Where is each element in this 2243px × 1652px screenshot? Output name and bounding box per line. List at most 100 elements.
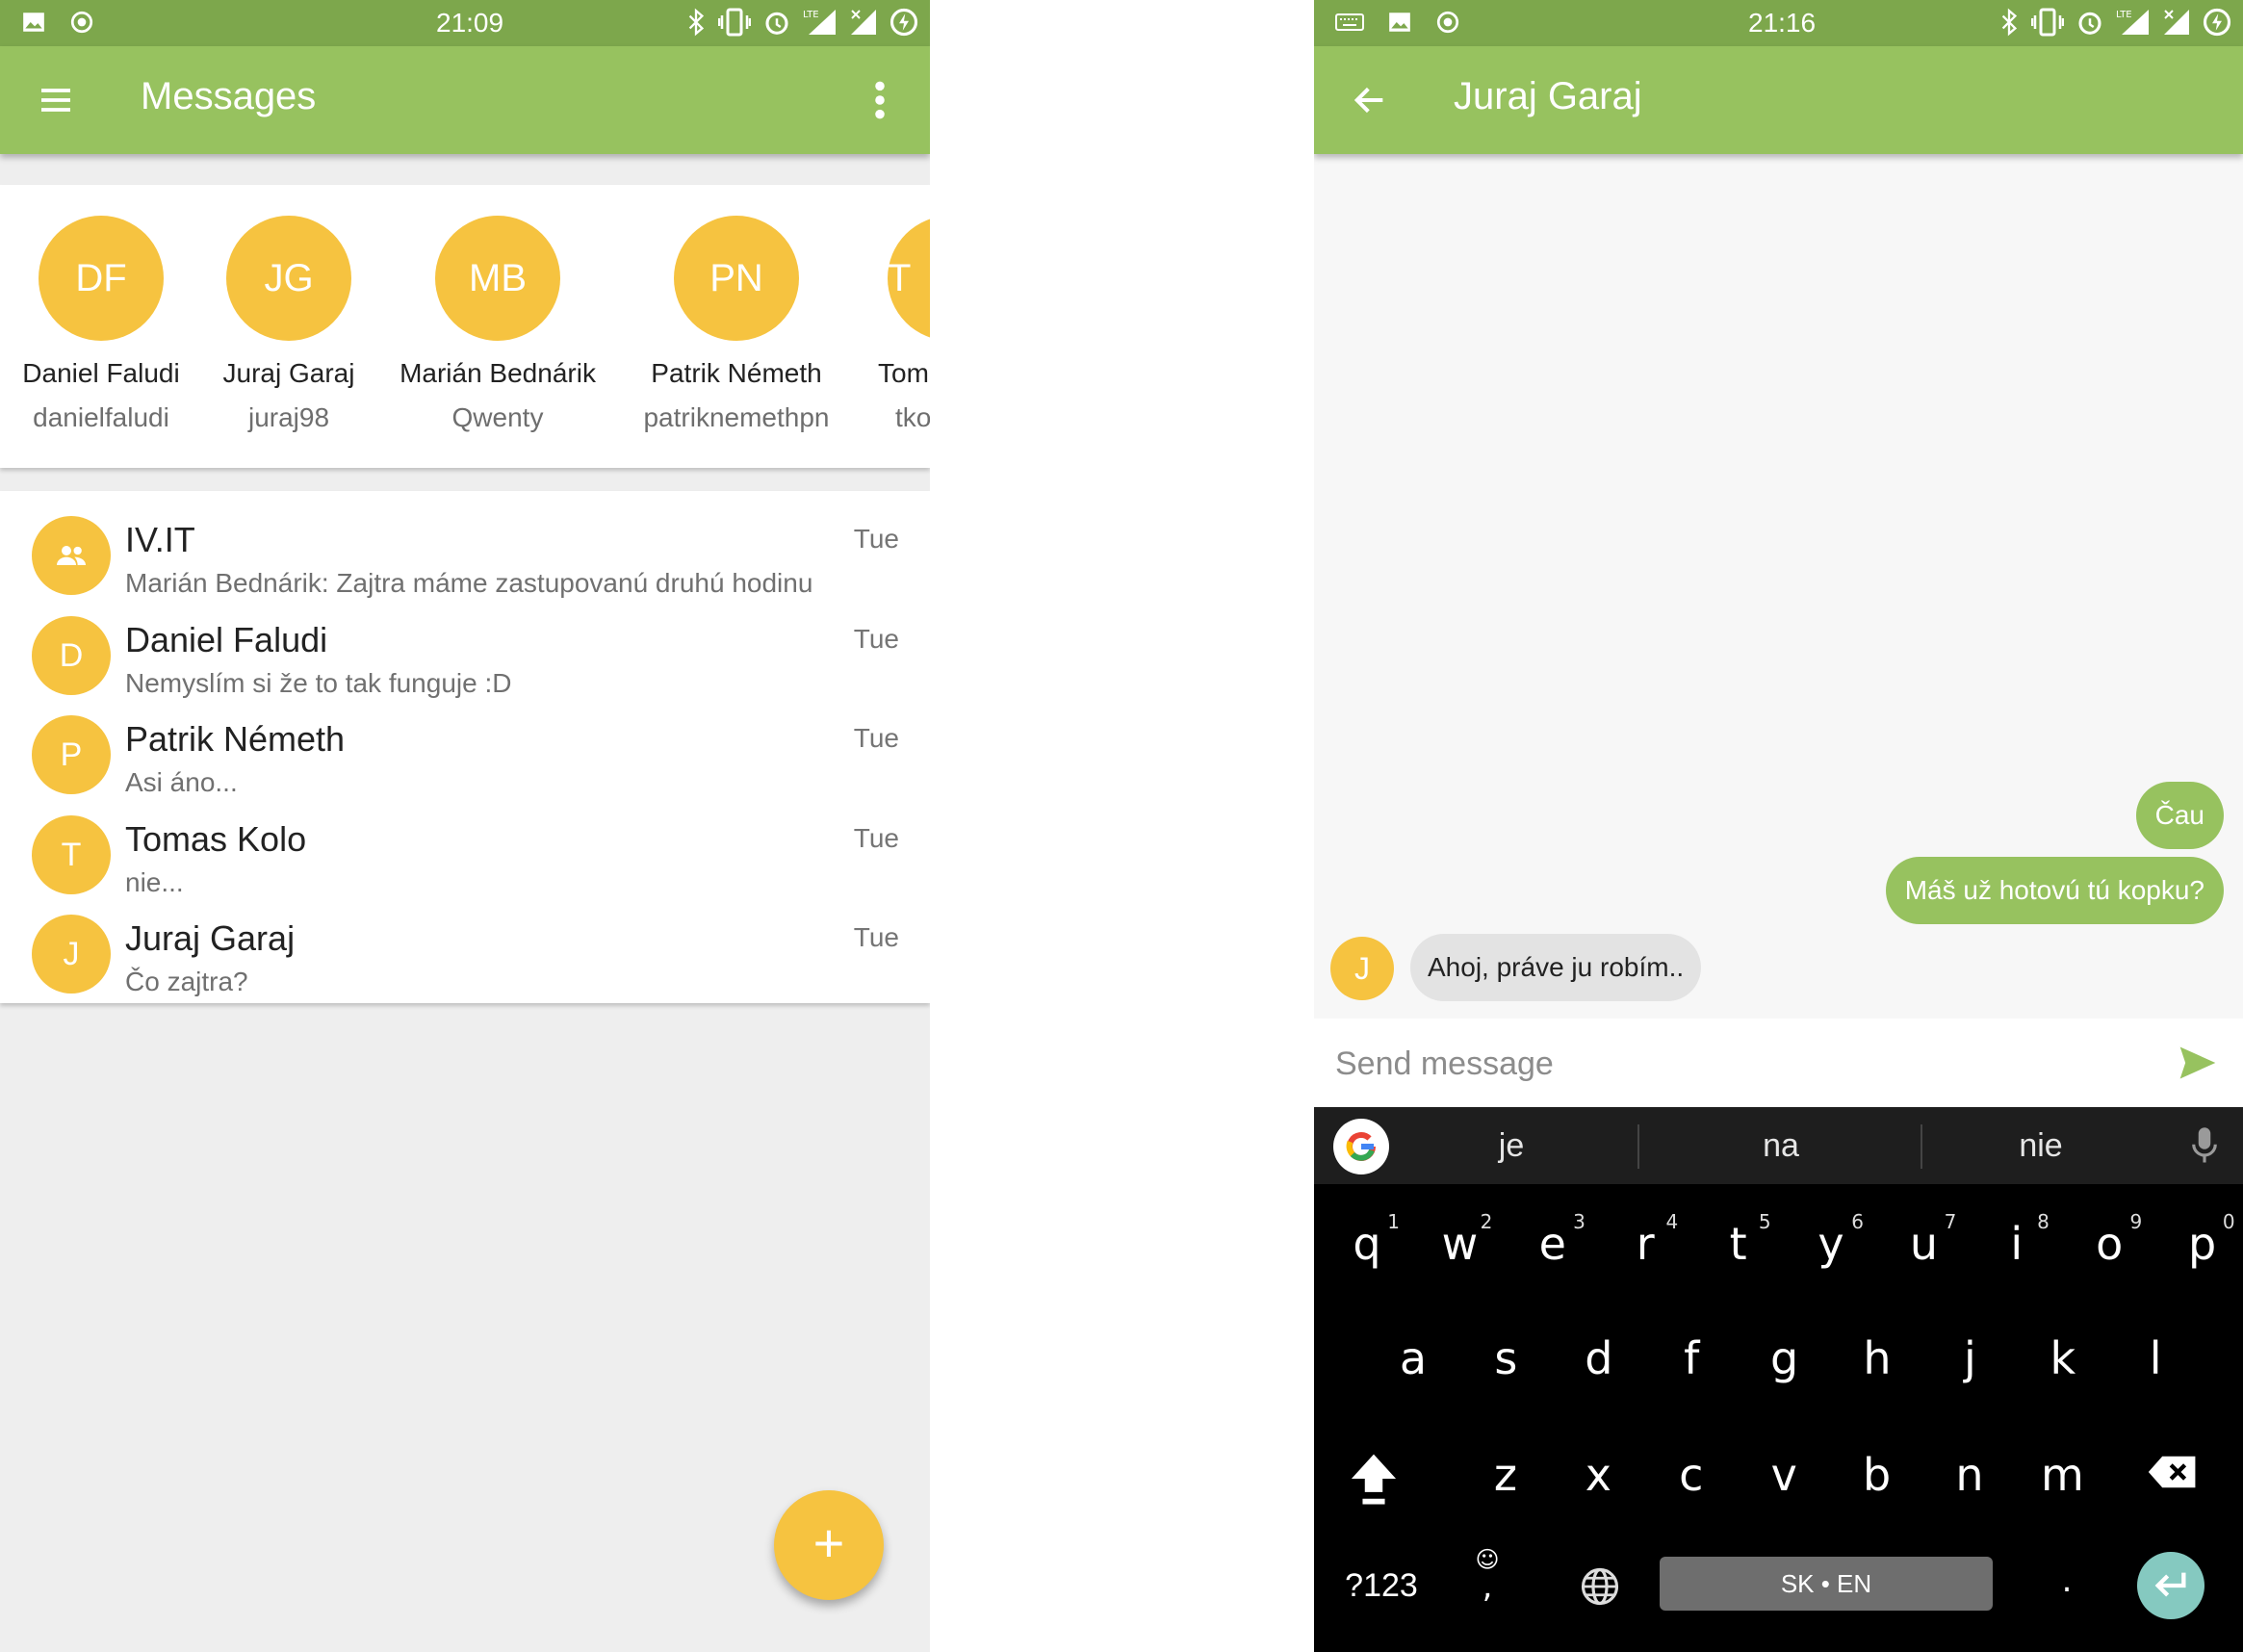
chat-screen: 21:16 LTE Juraj Garaj Čau Máš už hotovú … [1314,0,2243,1652]
bluetooth-icon [2001,8,2018,37]
group-avatar [32,516,111,595]
contact-item[interactable]: DF Daniel Faludi danielfaludi [0,216,207,433]
suggestion[interactable]: je [1396,1107,1627,1184]
key-label: u [1909,1218,1938,1270]
key[interactable]: u7 [1895,1210,1957,1270]
key[interactable]: g [1756,1332,1814,1384]
key[interactable]: m [2033,1449,2091,1501]
key-label: t [1729,1218,1747,1270]
contacts-strip: DF Daniel Faludi danielfaludi JG Juraj G… [0,185,930,468]
app-bar: Messages [0,46,930,154]
key-label: y [1818,1218,1844,1270]
alarm-icon [765,12,788,35]
message-composer [1314,1019,2243,1107]
conversation-item[interactable]: J Juraj Garaj Čo zajtra? Tue [0,901,930,1001]
enter-key[interactable] [2137,1552,2204,1619]
key[interactable]: y6 [1802,1210,1864,1270]
key-number-hint: 7 [1944,1210,1957,1233]
suggestion-divider [1921,1124,1922,1169]
conversation-snippet: Čo zajtra? [125,967,248,996]
key-label: n [1955,1449,1984,1501]
key[interactable]: o9 [2080,1210,2142,1270]
on-screen-keyboard: je na nie q1 w2 e3 r4 t5 y6 u7 i8 o9 p0 as dfghjk l… [1314,1107,2243,1652]
key[interactable]: c [1663,1449,1720,1501]
conversation-avatar: J [32,915,111,994]
backspace-key[interactable] [2144,1450,2202,1502]
svg-text:LTE: LTE [2116,10,2132,20]
contact-item[interactable]: JG Juraj Garaj juraj98 [183,216,395,433]
back-arrow-icon[interactable] [1351,81,1389,119]
key[interactable]: s [1477,1332,1534,1384]
key-label: z [1493,1449,1518,1501]
key[interactable]: l [2127,1332,2184,1384]
key-label: i [2010,1218,2024,1270]
microphone-icon[interactable] [2190,1124,2219,1167]
key[interactable]: b [1848,1449,1906,1501]
conversation-snippet: nie... [125,867,184,897]
contact-item[interactable]: PN Patrik Németh patriknemethpn [631,216,842,433]
key-label: l [2149,1332,2162,1384]
key-label: b [1862,1449,1892,1501]
google-icon[interactable] [1333,1119,1389,1174]
conversation-list: IV.IT Marián Bednárik: Zajtra máme zastu… [0,491,930,1003]
conversation-time: Tue [853,723,899,753]
sender-avatar: J [1330,937,1394,1000]
contact-avatar: T [888,216,930,341]
contact-item[interactable]: T Tom tko [878,216,930,433]
key-label: d [1585,1332,1613,1384]
new-message-button[interactable]: + [774,1490,884,1600]
key-label: h [1863,1332,1892,1384]
menu-icon[interactable] [37,81,75,119]
vibrate-icon [718,8,751,37]
send-icon[interactable] [2176,1042,2220,1084]
comma-key[interactable]: , [1463,1567,1511,1606]
key[interactable]: e3 [1524,1210,1586,1270]
shift-arrow-icon [1351,1454,1397,1505]
key[interactable]: j [1941,1332,1998,1384]
message-input[interactable] [1333,1032,2136,1096]
space-key[interactable]: SK • EN [1660,1557,1993,1611]
key[interactable]: k [2034,1332,2092,1384]
conversation-item[interactable]: D Daniel Faludi Nemyslím si že to tak fu… [0,603,930,703]
page-title: Messages [141,75,317,117]
key-label: s [1494,1332,1518,1384]
backspace-icon [2148,1456,2196,1488]
key[interactable]: d [1570,1332,1628,1384]
key[interactable]: q1 [1338,1210,1400,1270]
conversation-item[interactable]: T Tomas Kolo nie... Tue [0,802,930,902]
key[interactable]: z [1477,1449,1534,1501]
key[interactable]: p0 [2174,1210,2235,1270]
suggestion[interactable]: nie [1925,1107,2156,1184]
suggestion[interactable]: na [1641,1107,1921,1184]
key-number-hint: 0 [2222,1210,2235,1233]
key[interactable]: v [1755,1449,1813,1501]
key-label: v [1770,1449,1797,1501]
conversation-avatar: D [32,616,111,695]
conversation-item[interactable]: P Patrik Németh Asi áno... Tue [0,702,930,802]
key[interactable]: t5 [1710,1210,1771,1270]
key[interactable]: w2 [1431,1210,1493,1270]
key[interactable]: a [1384,1332,1442,1384]
key[interactable]: i8 [1988,1210,2049,1270]
shift-key[interactable] [1345,1450,1403,1518]
more-options-icon[interactable] [872,79,888,121]
contact-name: Marián Bednárik [400,358,596,388]
period-key[interactable]: . [2048,1562,2086,1600]
contact-item[interactable]: MB Marián Bednárik Qwenty [392,216,604,433]
symbols-key[interactable]: ?123 [1333,1567,1430,1605]
key[interactable]: h [1848,1332,1906,1384]
key-label: o [2096,1218,2124,1270]
conversation-snippet: Marián Bednárik: Zajtra máme zastupovanú… [125,568,813,598]
key[interactable]: r4 [1616,1210,1678,1270]
key[interactable]: n [1941,1449,1998,1501]
key-number-hint: 8 [2037,1210,2050,1233]
conversation-item[interactable]: IV.IT Marián Bednárik: Zajtra máme zastu… [0,503,930,603]
contact-username: tko [895,402,930,432]
key-label: m [2040,1449,2084,1501]
language-key[interactable] [1576,1565,1624,1617]
messages-screen: 21:09 LTE Messages DF Daniel Faludi dani… [0,0,930,1652]
lte-signal-icon: LTE [803,10,836,35]
key[interactable]: x [1569,1449,1627,1501]
key-label: p [2187,1218,2217,1270]
key[interactable]: f [1663,1332,1720,1384]
